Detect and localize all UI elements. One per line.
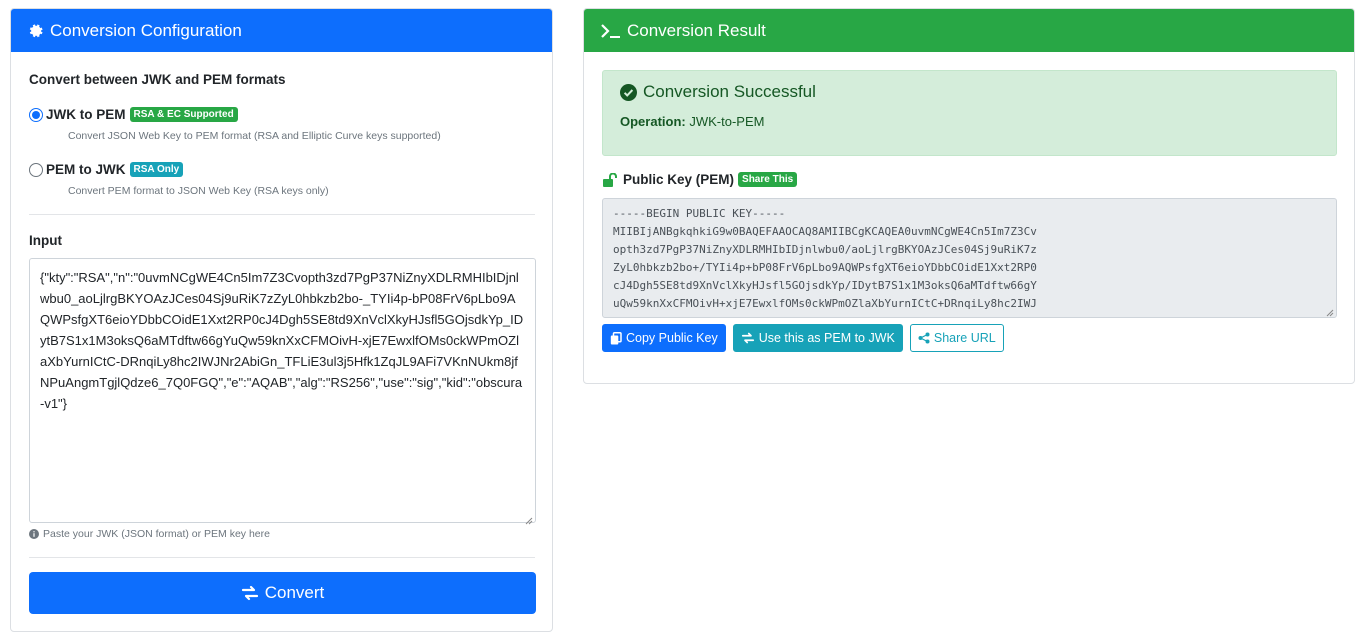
config-card-header: Conversion Configuration [11, 9, 552, 52]
conversion-configuration-card: Conversion Configuration Convert between… [10, 8, 553, 632]
copy-icon [610, 331, 622, 345]
use-as-pem-to-jwk-button[interactable]: Use this as PEM to JWK [732, 324, 903, 352]
gear-icon [28, 23, 44, 39]
share-url-label: Share URL [933, 331, 996, 345]
input-label: Input [29, 233, 62, 248]
divider [29, 214, 535, 215]
input-help-text: Paste your JWK (JSON format) or PEM key … [43, 528, 270, 540]
divider [29, 557, 535, 558]
share-icon [918, 332, 930, 344]
share-url-button[interactable]: Share URL [909, 324, 1004, 352]
option-label[interactable]: PEM to JWK [46, 162, 126, 177]
alert-title-text: Conversion Successful [643, 82, 816, 101]
unlock-icon [602, 172, 618, 187]
alert-title: Conversion Successful [620, 82, 816, 102]
resize-handle-icon[interactable] [523, 510, 533, 525]
check-circle-icon [620, 83, 637, 101]
exchange-icon [241, 585, 259, 601]
pem-output-textarea[interactable]: -----BEGIN PUBLIC KEY----- MIIBIjANBgkqh… [602, 198, 1337, 318]
pem-text[interactable]: -----BEGIN PUBLIC KEY----- MIIBIjANBgkqh… [613, 207, 1037, 317]
info-circle-icon [29, 529, 39, 539]
option-badge: RSA & EC Supported [129, 107, 238, 122]
use-as-pem-to-jwk-label: Use this as PEM to JWK [758, 331, 895, 345]
copy-public-key-button[interactable]: Copy Public Key [602, 324, 726, 352]
input-help: Paste your JWK (JSON format) or PEM key … [29, 528, 270, 540]
conversion-result-card: Conversion Result Conversion Successful … [583, 8, 1355, 384]
result-card-header: Conversion Result [584, 9, 1354, 52]
share-this-badge: Share This [738, 172, 798, 187]
success-alert: Conversion Successful Operation: JWK-to-… [602, 70, 1337, 156]
convert-label: Convert [264, 583, 325, 602]
public-key-label-text: Public Key (PEM) [623, 172, 735, 187]
config-card-title: Conversion Configuration [50, 20, 242, 40]
option-help: Convert PEM format to JSON Web Key (RSA … [68, 185, 329, 197]
input-textarea[interactable]: {"kty":"RSA","n":"0uvmNCgWE4Cn5Im7Z3Cvop… [29, 258, 536, 525]
convert-button[interactable]: Convert [29, 572, 536, 614]
terminal-icon [601, 23, 621, 39]
operation-value: JWK-to-PEM [689, 114, 765, 129]
radio-pem-to-jwk[interactable] [29, 162, 43, 177]
section-title: Convert between JWK and PEM formats [29, 72, 286, 87]
exchange-icon [741, 332, 755, 344]
resize-handle-icon[interactable] [1324, 305, 1334, 317]
option-label[interactable]: JWK to PEM [46, 107, 126, 122]
result-card-title: Conversion Result [627, 20, 766, 40]
option-help: Convert JSON Web Key to PEM format (RSA … [68, 130, 441, 142]
result-actions: Copy Public Key Use this as PEM to JWK S… [602, 324, 1011, 352]
option-badge: RSA Only [129, 162, 184, 177]
public-key-label: Public Key (PEM) Share This [602, 172, 798, 187]
copy-public-key-label: Copy Public Key [626, 331, 718, 345]
operation-line: Operation: JWK-to-PEM [620, 114, 764, 129]
option-pem-to-jwk[interactable]: PEM to JWK RSA Only [29, 162, 184, 177]
radio-jwk-to-pem[interactable] [29, 107, 43, 122]
operation-label: Operation: [620, 114, 686, 129]
option-jwk-to-pem[interactable]: JWK to PEM RSA & EC Supported [29, 107, 238, 122]
input-text[interactable]: {"kty":"RSA","n":"0uvmNCgWE4Cn5Im7Z3Cvop… [40, 270, 523, 411]
